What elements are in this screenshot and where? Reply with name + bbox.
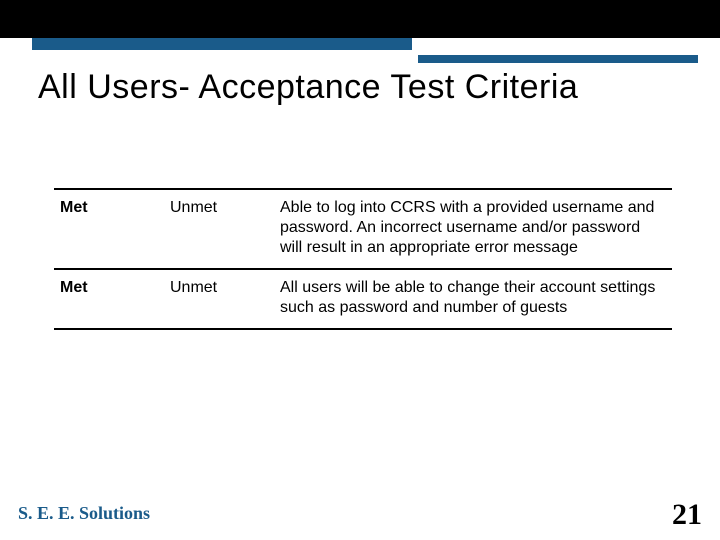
table-row: Met Unmet All users will be able to chan…: [54, 269, 672, 329]
cell-unmet: Unmet: [164, 189, 274, 269]
slide: All Users- Acceptance Test Criteria Met …: [0, 0, 720, 540]
footer-page: 21: [672, 498, 702, 532]
top-black-bar: [0, 0, 720, 38]
footer-org: S. E. E. Solutions: [18, 503, 150, 524]
cell-desc: All users will be able to change their a…: [274, 269, 672, 329]
cell-met: Met: [54, 269, 164, 329]
top-blue-bar-left: [32, 38, 412, 50]
cell-met: Met: [54, 189, 164, 269]
criteria-table: Met Unmet Able to log into CCRS with a p…: [54, 188, 672, 330]
cell-desc: Able to log into CCRS with a provided us…: [274, 189, 672, 269]
page-title: All Users- Acceptance Test Criteria: [38, 68, 578, 107]
table-row: Met Unmet Able to log into CCRS with a p…: [54, 189, 672, 269]
top-blue-bar-right: [418, 55, 698, 63]
cell-unmet: Unmet: [164, 269, 274, 329]
